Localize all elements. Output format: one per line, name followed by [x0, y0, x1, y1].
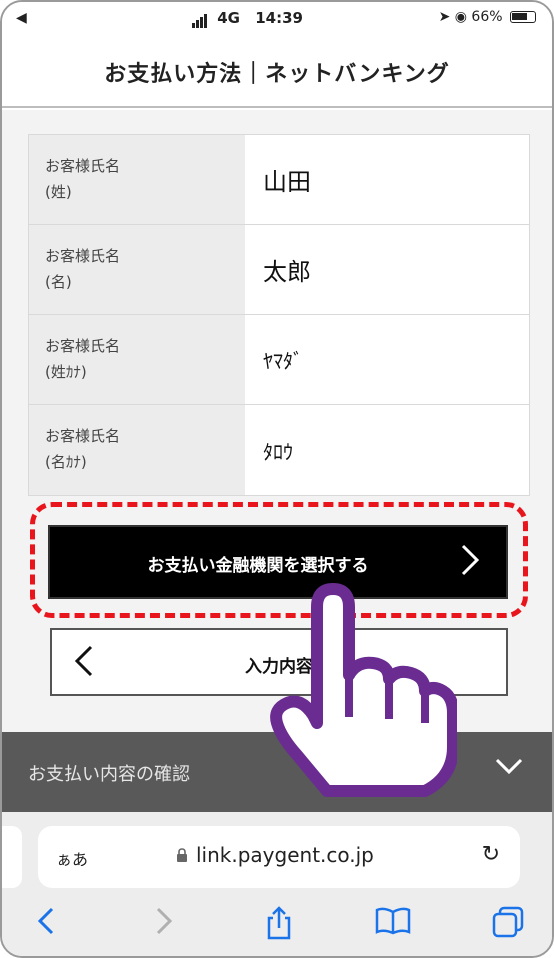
- share-icon[interactable]: [264, 906, 294, 944]
- back-nav-icon[interactable]: [36, 906, 56, 940]
- status-bar: ◀ 4G 14:39 ➤ ◉ 66%: [2, 2, 552, 36]
- label-sub: (姓ｶﾅ): [45, 363, 87, 381]
- row-label: お客様氏名 (姓): [29, 135, 245, 224]
- pointing-hand-icon: [270, 583, 457, 797]
- table-row: お客様氏名 (姓ｶﾅ) ﾔﾏﾀﾞ: [29, 315, 529, 405]
- signal-icon: [192, 10, 208, 28]
- page-title: お支払い方法｜ネットバンキング: [104, 62, 450, 87]
- label-main: お客様氏名: [45, 427, 121, 445]
- table-row: お客様氏名 (名) 太郎: [29, 225, 529, 315]
- first-name-value: 太郎: [245, 225, 529, 314]
- page-settings-button[interactable]: ぁあ: [56, 846, 88, 870]
- lock-icon: [177, 848, 187, 862]
- back-to-app-icon[interactable]: ◀: [16, 10, 27, 26]
- table-row: お客様氏名 (名ｶﾅ) ﾀﾛｳ: [29, 405, 529, 495]
- last-name-kana-value: ﾔﾏﾀﾞ: [245, 315, 529, 404]
- label-sub: (名): [45, 273, 72, 291]
- url-text: link.paygent.co.jp: [196, 843, 374, 867]
- accordion-label: お支払い内容の確認: [28, 764, 190, 785]
- browser-bottom-bar: ぁあ link.paygent.co.jp ↻: [2, 812, 552, 956]
- chevron-down-icon: [494, 756, 524, 780]
- address-bar[interactable]: ぁあ link.paygent.co.jp ↻: [38, 826, 520, 888]
- select-bank-label: お支払い金融機関を選択する: [147, 556, 369, 576]
- phone-screen: ◀ 4G 14:39 ➤ ◉ 66% お支払い方法｜ネットバンキング お客様氏名…: [0, 0, 554, 958]
- label-main: お客様氏名: [45, 247, 121, 265]
- label-sub: (姓): [45, 183, 72, 201]
- alarm-icon: ◉: [454, 9, 467, 25]
- battery-percent: 66%: [471, 9, 503, 25]
- table-row: お客様氏名 (姓) 山田: [29, 135, 529, 225]
- status-right: ➤ ◉ 66%: [439, 9, 536, 25]
- label-main: お客様氏名: [45, 337, 121, 355]
- row-label: お客様氏名 (姓ｶﾅ): [29, 315, 245, 404]
- page-header: お支払い方法｜ネットバンキング: [2, 36, 552, 108]
- first-name-kana-value: ﾀﾛｳ: [245, 405, 529, 495]
- network-type: 4G: [217, 9, 240, 27]
- row-label: お客様氏名 (名): [29, 225, 245, 314]
- previous-tab-pill[interactable]: [2, 826, 22, 888]
- clock: 14:39: [255, 9, 303, 27]
- forward-nav-icon[interactable]: [154, 906, 174, 940]
- chevron-right-icon: [460, 543, 480, 585]
- reload-icon[interactable]: ↻: [482, 842, 500, 867]
- location-icon: ➤: [438, 9, 451, 25]
- row-label: お客様氏名 (名ｶﾅ): [29, 405, 245, 495]
- customer-name-table: お客様氏名 (姓) 山田 お客様氏名 (名) 太郎 お客様氏名 (姓ｶﾅ) ﾔﾏ…: [28, 134, 530, 496]
- battery-icon: [510, 11, 536, 23]
- browser-toolbar: [2, 900, 552, 950]
- last-name-value: 山田: [245, 135, 529, 224]
- label-main: お客様氏名: [45, 157, 121, 175]
- tabs-icon[interactable]: [492, 906, 524, 942]
- bookmarks-icon[interactable]: [374, 906, 412, 940]
- label-sub: (名ｶﾅ): [45, 453, 87, 471]
- status-center: 4G 14:39: [192, 9, 303, 28]
